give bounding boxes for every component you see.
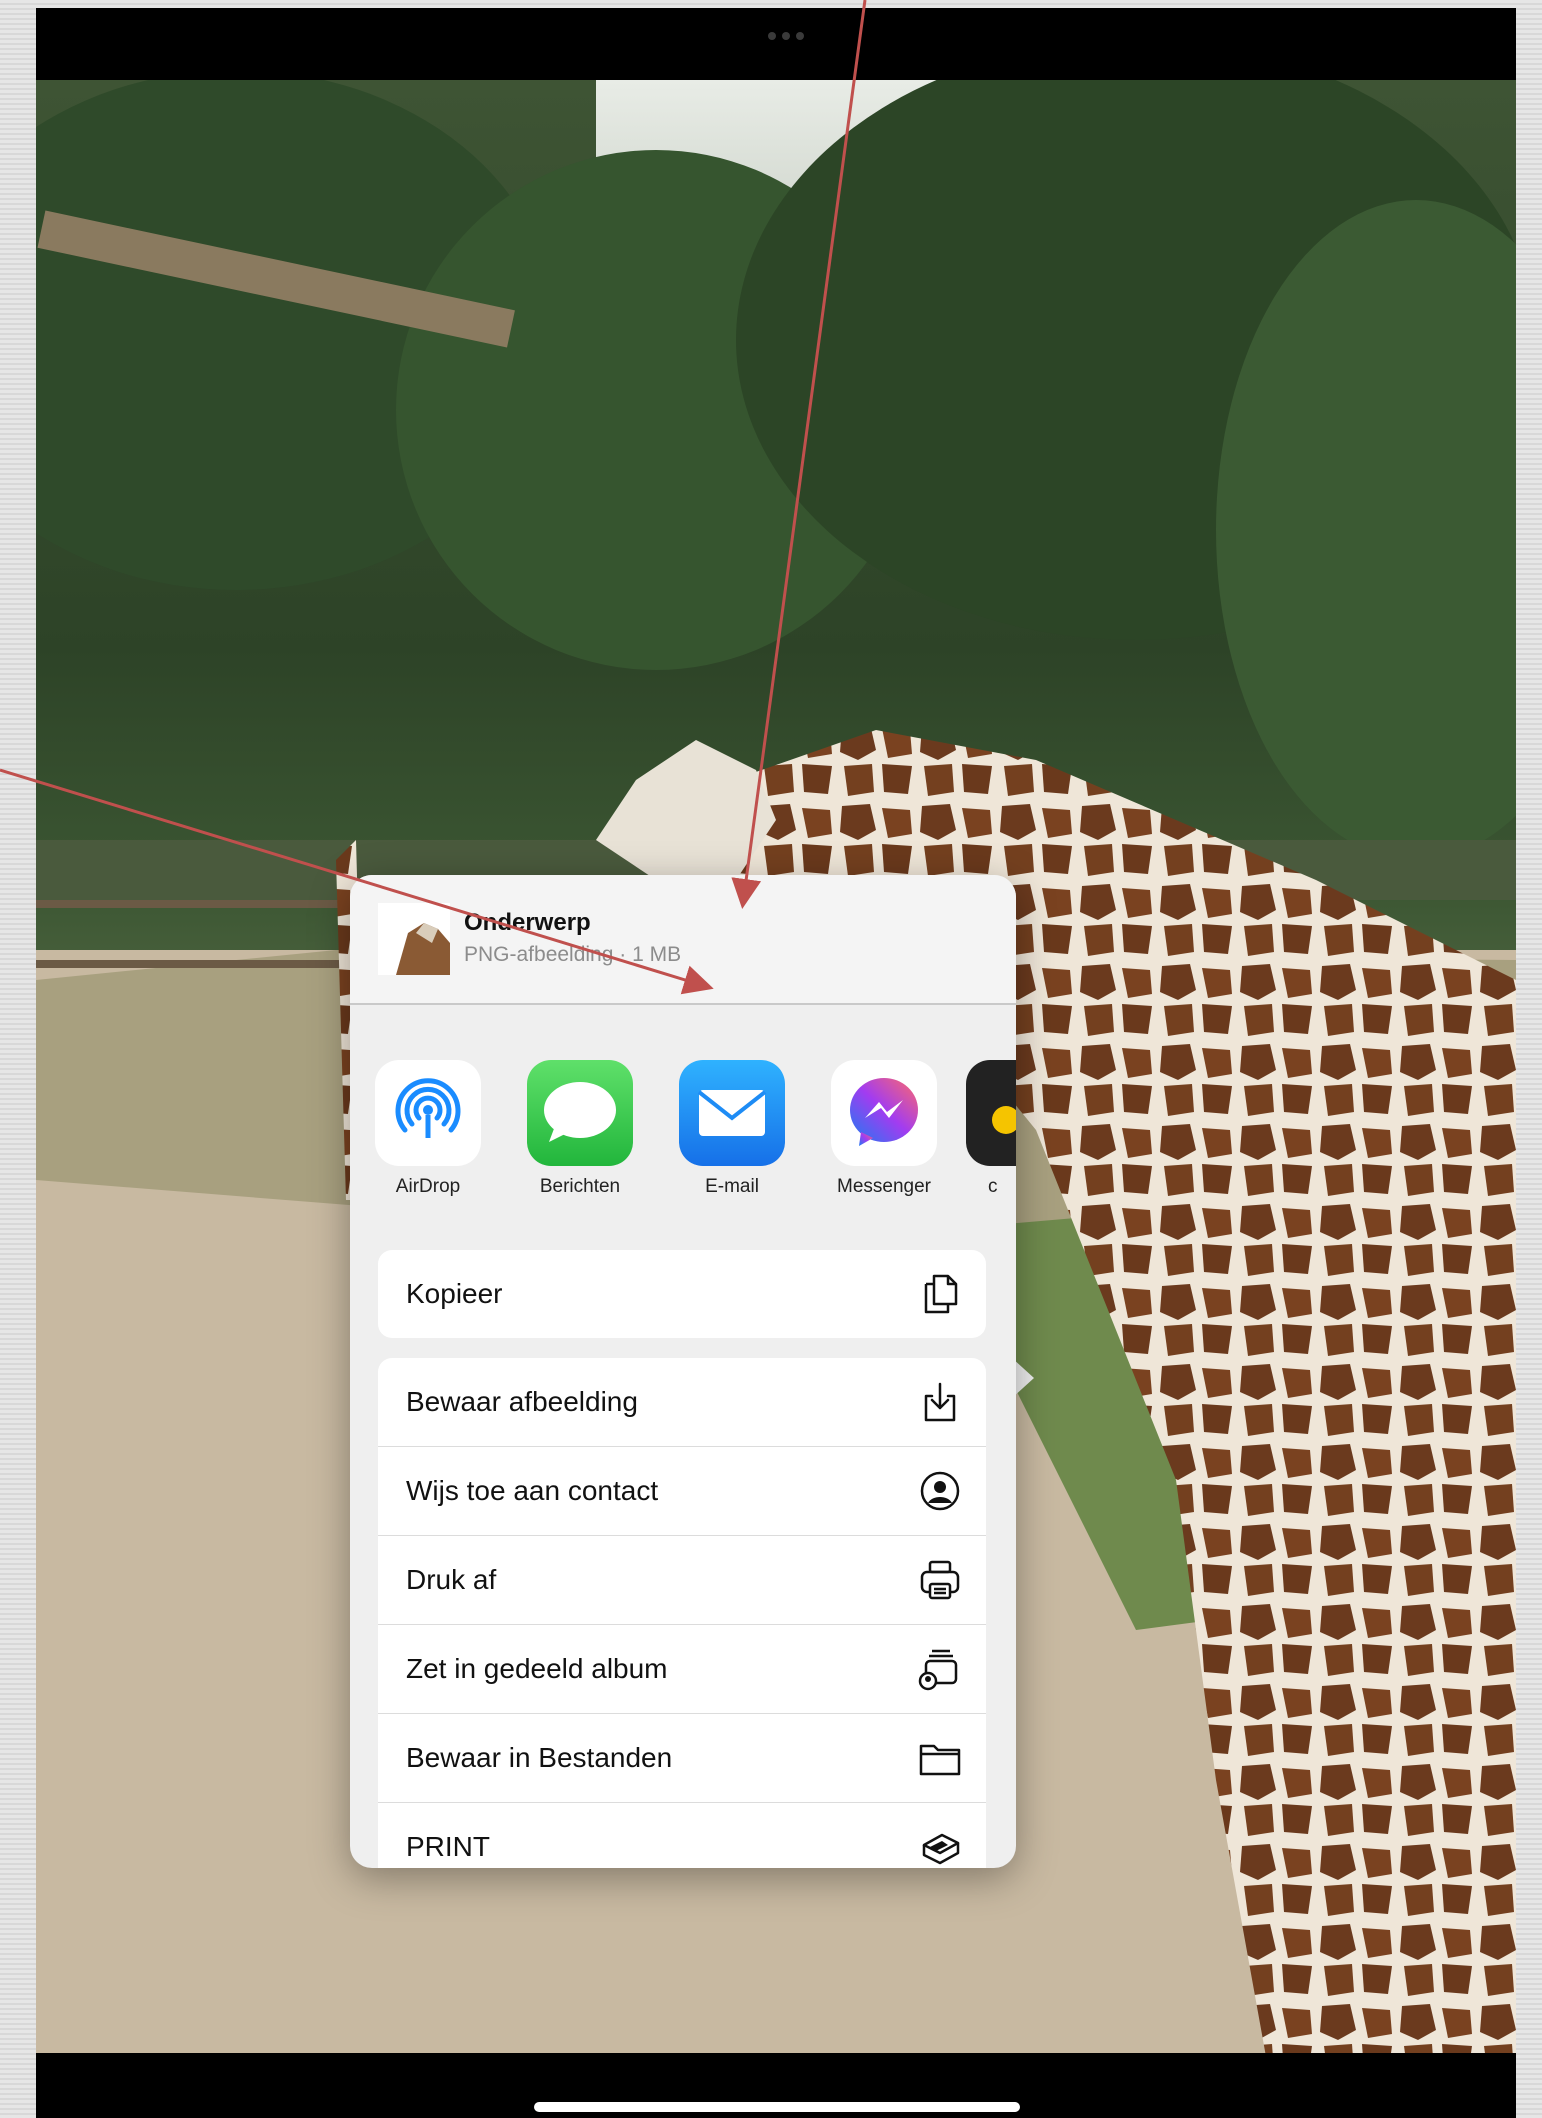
share-app-airdrop[interactable]: AirDrop	[358, 1060, 498, 1198]
mail-icon	[679, 1060, 785, 1166]
share-sheet: Onderwerp PNG-afbeelding · 1 MB AirDrop	[350, 875, 1016, 1868]
action-label: Bewaar in Bestanden	[406, 1742, 673, 1773]
share-app-mail[interactable]: E-mail	[662, 1060, 802, 1198]
action-label: PRINT	[406, 1831, 490, 1862]
file-subtitle: PNG-afbeelding · 1 MB	[464, 943, 682, 966]
shared-album-icon	[918, 1649, 958, 1691]
share-sheet-header: Onderwerp PNG-afbeelding · 1 MB	[350, 875, 1016, 1005]
action-assign-contact[interactable]: Wijs toe aan contact	[378, 1447, 986, 1536]
multitasking-handle[interactable]	[756, 26, 816, 46]
share-app-label: AirDrop	[395, 1176, 461, 1197]
share-app-messages[interactable]: Berichten	[510, 1060, 650, 1198]
action-save-to-files[interactable]: Bewaar in Bestanden	[378, 1714, 986, 1803]
action-label: Wijs toe aan contact	[406, 1475, 659, 1506]
share-app-label: Berichten	[539, 1176, 621, 1197]
share-app-partial[interactable]: c	[966, 1060, 1016, 1198]
action-label: Bewaar afbeelding	[406, 1386, 638, 1417]
action-print-service[interactable]: PRINT	[378, 1803, 986, 1868]
share-apps-row: AirDrop Berichten E-mail Messenger c	[350, 1060, 1016, 1210]
action-group-primary: Kopieer	[378, 1250, 986, 1338]
action-shared-album[interactable]: Zet in gedeeld album	[378, 1625, 986, 1714]
share-app-label: E-mail	[705, 1176, 759, 1197]
share-app-messenger[interactable]: Messenger	[814, 1060, 954, 1198]
home-indicator[interactable]	[534, 2102, 1020, 2112]
file-thumbnail	[378, 903, 450, 975]
action-group-secondary: Bewaar afbeelding Wijs toe aan contact D…	[378, 1358, 986, 1868]
copy-icon	[924, 1274, 958, 1314]
print-service-icon	[922, 1833, 960, 1865]
app-icon-partial	[966, 1060, 1016, 1166]
share-app-label: Messenger	[837, 1176, 931, 1197]
action-save-image[interactable]: Bewaar afbeelding	[378, 1358, 986, 1447]
messenger-icon	[831, 1060, 937, 1166]
folder-icon	[919, 1744, 961, 1776]
action-label: Druk af	[406, 1564, 497, 1595]
status-bar	[36, 8, 1516, 80]
file-title: Onderwerp	[464, 909, 591, 936]
action-copy[interactable]: Kopieer	[378, 1250, 986, 1338]
print-icon	[920, 1560, 960, 1600]
messages-icon	[527, 1060, 633, 1166]
save-image-icon	[924, 1382, 956, 1422]
action-label: Zet in gedeeld album	[406, 1653, 668, 1684]
action-print[interactable]: Druk af	[378, 1536, 986, 1625]
action-label: Kopieer	[406, 1278, 503, 1309]
contact-icon	[920, 1471, 960, 1511]
share-app-label: c	[988, 1176, 998, 1197]
airdrop-icon	[375, 1060, 481, 1166]
